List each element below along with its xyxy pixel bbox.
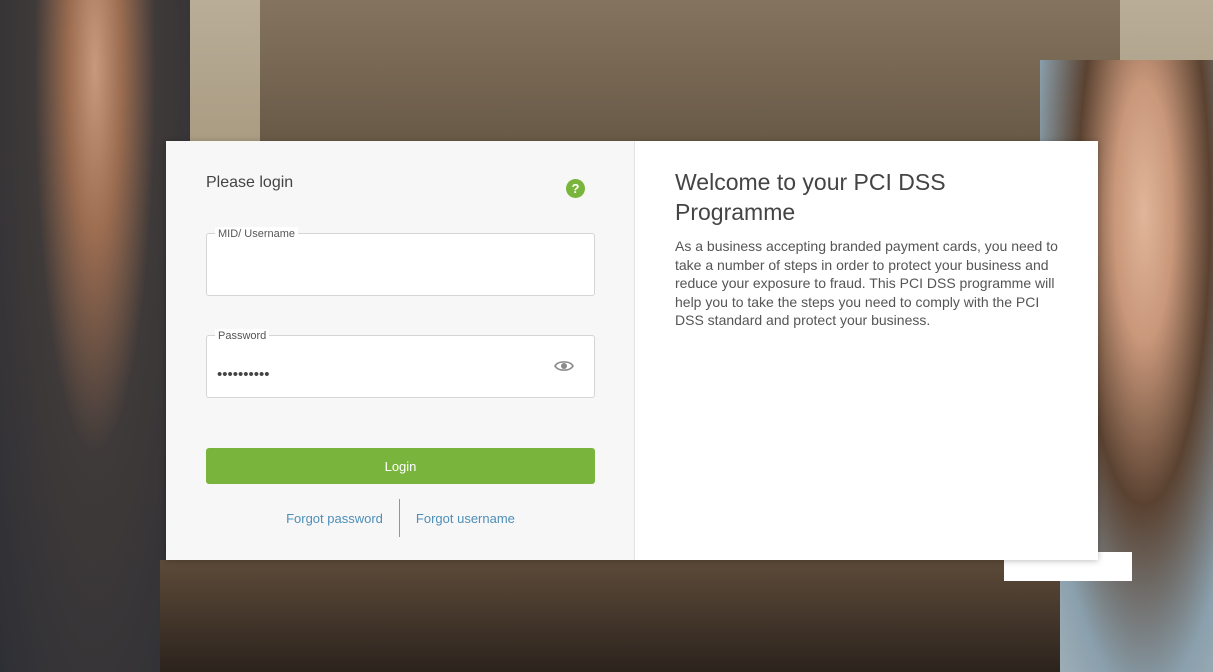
login-card: Please login ? MID/ Username Password ••… xyxy=(166,141,1098,560)
welcome-panel: Welcome to your PCI DSS Programme As a b… xyxy=(635,141,1098,560)
username-input[interactable] xyxy=(217,256,551,288)
username-field[interactable]: MID/ Username xyxy=(206,227,595,296)
background-shelf xyxy=(260,0,1120,150)
login-panel: Please login ? MID/ Username Password ••… xyxy=(166,141,635,560)
forgot-links: Forgot password Forgot username xyxy=(166,499,635,537)
background-counter xyxy=(160,560,1060,672)
login-title: Please login xyxy=(206,174,294,191)
link-divider xyxy=(398,499,400,537)
login-button[interactable]: Login xyxy=(206,448,595,484)
welcome-title: Welcome to your PCI DSS Programme xyxy=(675,169,946,225)
welcome-text: As a business accepting branded payment … xyxy=(675,238,1058,328)
forgot-username-link[interactable]: Forgot username xyxy=(416,511,515,526)
eye-icon[interactable] xyxy=(554,358,574,374)
password-label: Password xyxy=(215,329,270,343)
question-circle-icon[interactable]: ? xyxy=(566,179,585,198)
forgot-password-link[interactable]: Forgot password xyxy=(286,511,383,526)
password-input[interactable]: •••••••••• xyxy=(217,366,270,383)
username-label: MID/ Username xyxy=(215,227,299,241)
password-field[interactable]: Password •••••••••• xyxy=(206,329,595,398)
